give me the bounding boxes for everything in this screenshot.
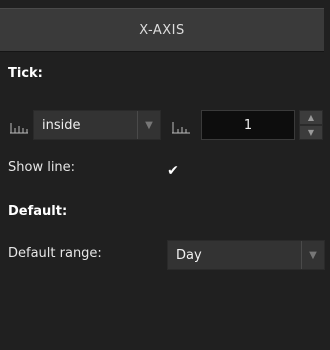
increment-button[interactable]: ▲ <box>299 110 323 125</box>
show-line-checkbox[interactable]: ✔ <box>166 163 180 179</box>
show-line-label: Show line: <box>8 160 76 175</box>
tick-position-select[interactable]: inside ▼ <box>33 110 161 140</box>
chevron-down-icon[interactable]: ▼ <box>301 241 324 269</box>
decrement-button[interactable]: ▼ <box>299 125 323 140</box>
panel-title: X-AXIS <box>139 22 185 38</box>
tick-length-stepper[interactable]: ▲ ▼ <box>299 110 323 140</box>
tick-position-value: inside <box>42 117 81 133</box>
tick-position-icon <box>10 123 28 134</box>
default-range-value: Day <box>176 247 202 263</box>
tick-section-title: Tick: <box>8 66 43 81</box>
chevron-down-icon[interactable]: ▼ <box>137 111 160 139</box>
default-range-label: Default range: <box>8 246 102 261</box>
default-section-title: Default: <box>8 204 68 219</box>
panel-header: X-AXIS <box>0 8 324 52</box>
tick-length-icon <box>172 122 190 134</box>
tick-length-input[interactable]: 1 <box>201 110 295 140</box>
checkmark-icon: ✔ <box>167 163 179 179</box>
x-axis-panel: X-AXIS Tick: inside ▼ 1 ▲ ▼ Show line: ✔… <box>0 0 330 350</box>
default-range-select[interactable]: Day ▼ <box>167 240 325 270</box>
tick-length-value: 1 <box>243 117 253 133</box>
